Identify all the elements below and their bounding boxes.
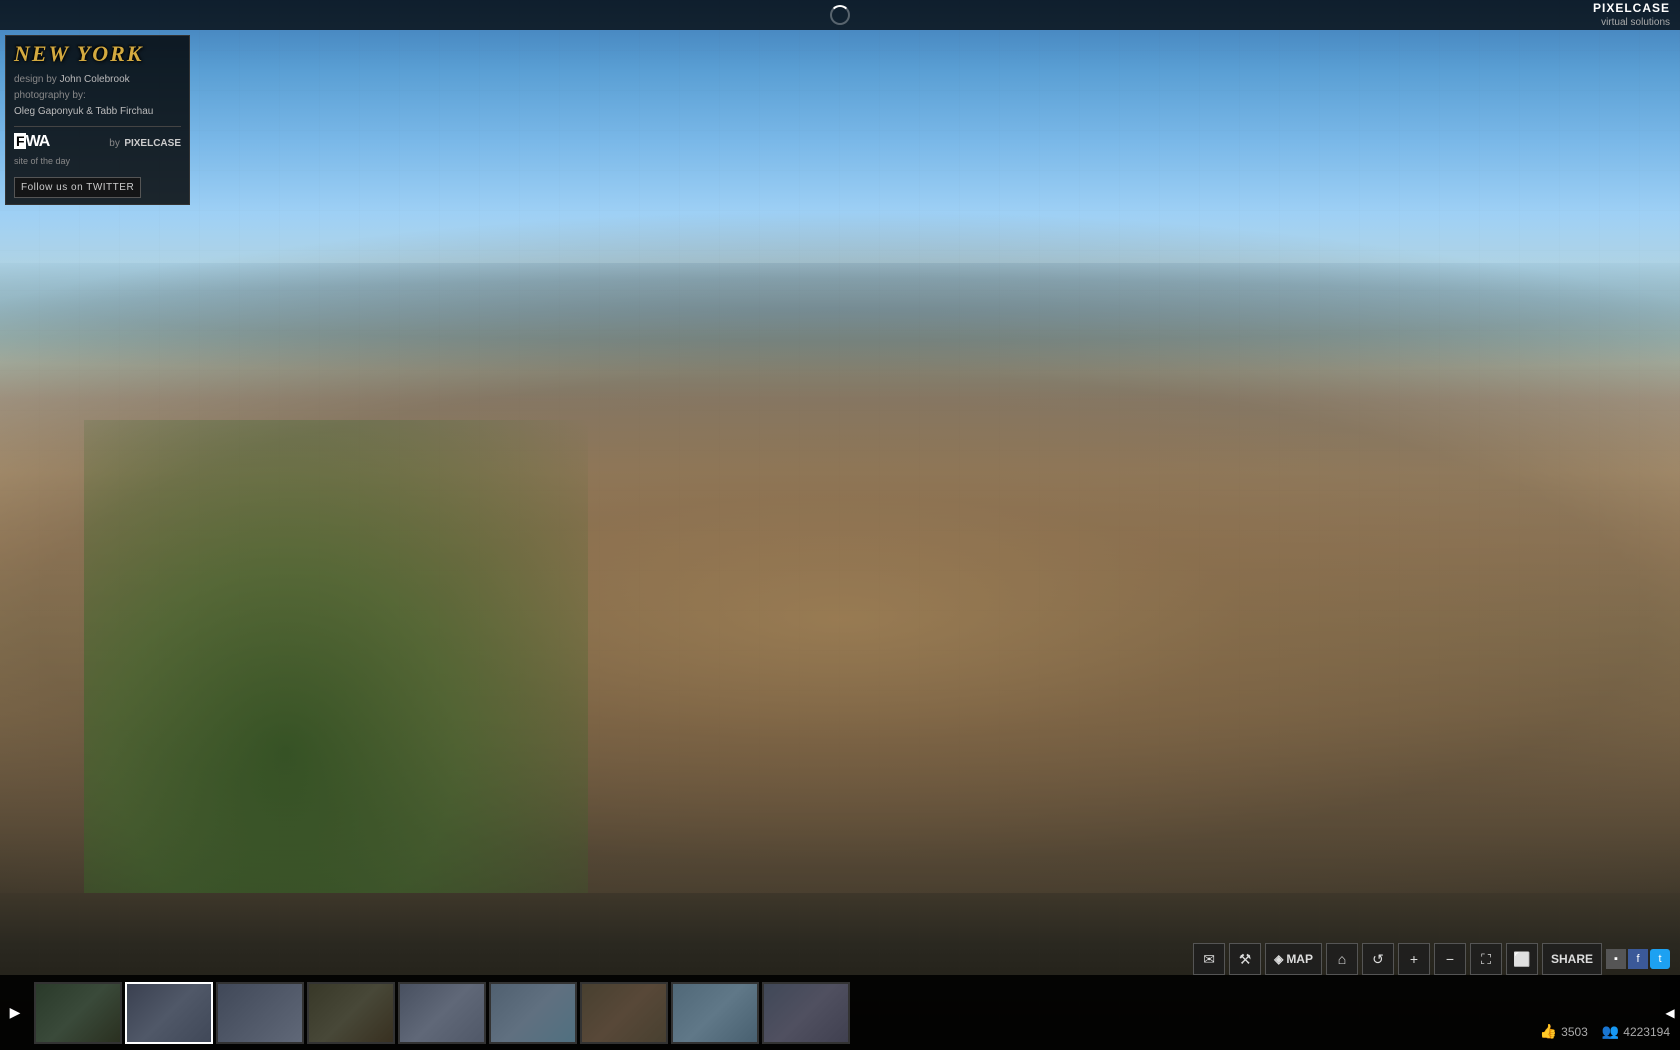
thumbnail-8[interactable] (762, 982, 850, 1044)
thumbnail-5[interactable] (489, 982, 577, 1044)
likes-count: 3503 (1561, 1025, 1588, 1039)
social-icons: ▪ f t (1606, 949, 1670, 969)
twitter-button[interactable]: Follow us on TWITTER (14, 177, 141, 198)
rotate-button[interactable]: ↺ (1362, 943, 1394, 975)
home-button[interactable]: ⌂ (1326, 943, 1358, 975)
city-title: NEW YORK (14, 42, 181, 66)
site-of-day: site of the day (14, 151, 181, 169)
home-icon: ⌂ (1338, 951, 1346, 967)
zoom-out-icon: − (1446, 951, 1454, 967)
fwa-row: FWA by PIXELCASE (14, 133, 181, 151)
map-button[interactable]: ◈ MAP (1265, 943, 1322, 975)
design-credit: design by John Colebrook photography by:… (14, 72, 181, 120)
thumbnail-7[interactable] (671, 982, 759, 1044)
play-button[interactable]: ▶ (0, 975, 30, 1050)
likes-stat: 👍 3503 (1540, 1023, 1588, 1040)
fwa-logo: FWA (14, 133, 49, 151)
site-of-day-label: site of the day (14, 156, 70, 166)
wrench-icon: ⚒ (1239, 951, 1252, 968)
pixelcase-brand: PIXELCASE virtual solutions (1593, 1, 1670, 30)
map-icon: ◈ (1274, 952, 1283, 966)
brand-name: PIXELCASE (1593, 1, 1670, 17)
thumbnail-3[interactable] (307, 982, 395, 1044)
photo-label: photography by: (14, 90, 86, 101)
stats-bar: 👍 3503 👥 4223194 (1540, 1023, 1670, 1040)
facebook-icon[interactable]: f (1628, 949, 1648, 969)
share-button[interactable]: SHARE (1542, 943, 1602, 975)
monitor-button[interactable]: ⬜ (1506, 943, 1538, 975)
pixelcase-credit: PIXELCASE (124, 138, 181, 149)
thumbnail-2[interactable] (216, 982, 304, 1044)
info-panel: NEW YORK design by John Colebrook photog… (5, 35, 190, 205)
bookmark-icon[interactable]: ▪ (1606, 949, 1626, 969)
monitor-icon: ⬜ (1513, 951, 1530, 968)
filmstrip (30, 978, 1660, 1048)
loading-spinner (830, 5, 850, 25)
design-label: design by (14, 74, 57, 85)
brand-subtitle: virtual solutions (1593, 16, 1670, 29)
photographer-names: Oleg Gaponyuk & Tabb Firchau (14, 106, 153, 117)
email-button[interactable]: ✉ (1193, 943, 1225, 975)
top-bar: PIXELCASE virtual solutions (0, 0, 1680, 30)
thumbs-up-icon: 👍 (1540, 1023, 1557, 1040)
rotate-icon: ↺ (1372, 951, 1384, 968)
map-label: MAP (1286, 952, 1313, 966)
thumbnail-1[interactable] (125, 982, 213, 1044)
twitter-icon[interactable]: t (1650, 949, 1670, 969)
email-icon: ✉ (1203, 951, 1215, 968)
fullscreen-button[interactable]: ⛶ (1470, 943, 1502, 975)
thumbnail-4[interactable] (398, 982, 486, 1044)
viewers-count: 4223194 (1623, 1025, 1670, 1039)
city-overlay (0, 0, 1680, 1050)
viewers-stat: 👥 4223194 (1602, 1023, 1670, 1040)
by-text: by (109, 138, 120, 149)
fullscreen-icon: ⛶ (1481, 951, 1491, 968)
viewers-icon: 👥 (1602, 1023, 1619, 1040)
settings-button[interactable]: ⚒ (1229, 943, 1261, 975)
zoom-out-button[interactable]: − (1434, 943, 1466, 975)
filmstrip-bar: ▶ ◀ (0, 975, 1680, 1050)
zoom-in-button[interactable]: + (1398, 943, 1430, 975)
designer-name: John Colebrook (60, 74, 130, 85)
thumbnail-0[interactable] (34, 982, 122, 1044)
share-label: SHARE (1551, 952, 1593, 966)
toolbar: ✉ ⚒ ◈ MAP ⌂ ↺ + − ⛶ ⬜ SHARE ▪ f t (1193, 943, 1670, 975)
thumbnail-6[interactable] (580, 982, 668, 1044)
divider (14, 126, 181, 127)
zoom-in-icon: + (1410, 951, 1418, 967)
by-pixelcase: by PIXELCASE (109, 133, 181, 151)
